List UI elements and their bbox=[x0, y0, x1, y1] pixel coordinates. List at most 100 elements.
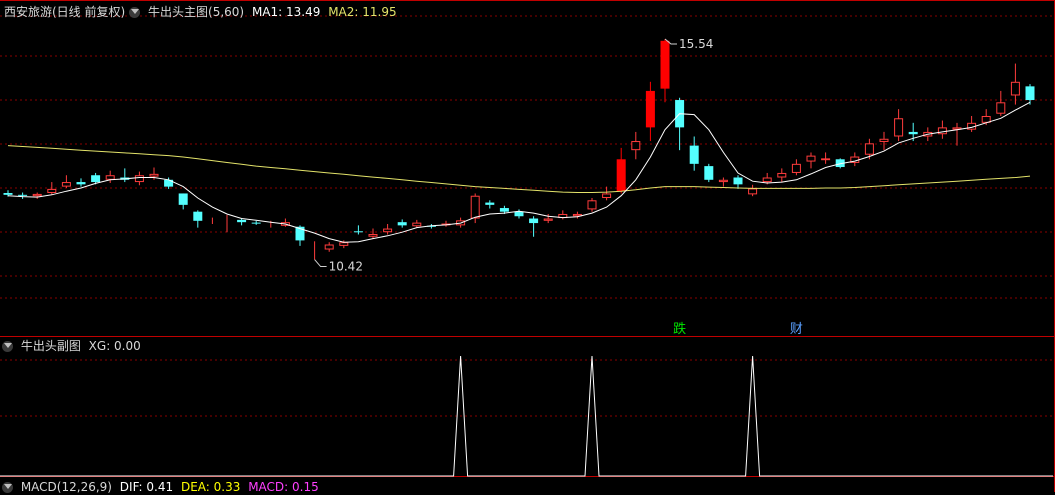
candle-body bbox=[645, 90, 655, 128]
candle[interactable] bbox=[937, 120, 947, 139]
main-panel-header: 西安旅游(日线 前复权) 牛出头主图(5,60) MA1: 13.49 MA2:… bbox=[4, 4, 401, 20]
candle[interactable] bbox=[368, 228, 378, 240]
candle-body bbox=[3, 193, 13, 195]
candle-body bbox=[178, 193, 188, 205]
candle-body bbox=[18, 194, 28, 196]
candle-body bbox=[791, 163, 801, 173]
candles-group[interactable] bbox=[3, 38, 1035, 260]
candle-body bbox=[733, 177, 743, 185]
candle[interactable] bbox=[32, 192, 42, 199]
candle[interactable] bbox=[675, 97, 685, 151]
candle-body bbox=[149, 173, 159, 177]
candle-body bbox=[879, 138, 889, 142]
candle[interactable] bbox=[894, 109, 904, 142]
candle[interactable] bbox=[485, 200, 495, 209]
panel-dividers bbox=[0, 0, 1055, 492]
candle[interactable] bbox=[748, 184, 758, 197]
macd-panel-header: MACD(12,26,9) DIF: 0.41 DEA: 0.33 MACD: … bbox=[2, 479, 323, 495]
candle-body bbox=[383, 228, 393, 233]
candle[interactable] bbox=[383, 223, 393, 235]
ma2-label: MA2: 11.95 bbox=[328, 5, 397, 19]
candle-body bbox=[762, 177, 772, 183]
candle[interactable] bbox=[1010, 63, 1020, 105]
candle[interactable] bbox=[587, 198, 597, 212]
candle-body bbox=[324, 244, 334, 250]
candle[interactable] bbox=[105, 170, 115, 183]
candle-body bbox=[908, 131, 918, 135]
candle[interactable] bbox=[280, 218, 290, 227]
candle[interactable] bbox=[616, 147, 626, 194]
candle-body bbox=[61, 182, 71, 187]
candle[interactable] bbox=[806, 152, 816, 169]
indicator-name[interactable]: 牛出头主图(5,60) bbox=[148, 5, 244, 19]
dropdown-icon[interactable] bbox=[2, 341, 13, 352]
candle[interactable] bbox=[120, 168, 130, 183]
candle-body bbox=[996, 102, 1006, 114]
candle-body bbox=[616, 159, 626, 192]
candle[interactable] bbox=[412, 219, 422, 228]
candle[interactable] bbox=[952, 122, 962, 146]
signal-marker: 财 bbox=[790, 322, 803, 337]
dropdown-icon[interactable] bbox=[2, 482, 13, 493]
stock-chart[interactable]: 15.5410.42 跌财 bbox=[0, 0, 1055, 492]
candle-body bbox=[91, 175, 101, 183]
candle-body bbox=[864, 143, 874, 155]
sub-indicator-name[interactable]: 牛出头副图 bbox=[21, 339, 81, 353]
ma1-line bbox=[7, 101, 1031, 243]
candle-body bbox=[76, 182, 86, 185]
candle-body bbox=[529, 218, 539, 224]
candle[interactable] bbox=[631, 131, 641, 160]
candle[interactable] bbox=[529, 216, 539, 237]
candle[interactable] bbox=[251, 220, 261, 225]
candle-body bbox=[237, 219, 247, 223]
candle[interactable] bbox=[397, 219, 407, 228]
candle-body bbox=[689, 145, 699, 164]
candle[interactable] bbox=[76, 178, 86, 187]
xg-label: XG: 0.00 bbox=[88, 339, 141, 353]
candle[interactable] bbox=[572, 211, 582, 219]
candle-body bbox=[412, 222, 422, 227]
candle[interactable] bbox=[134, 171, 144, 186]
candle[interactable] bbox=[645, 81, 655, 142]
sub-panel-header: 牛出头副图 XG: 0.00 bbox=[2, 338, 145, 354]
candle-body bbox=[894, 118, 904, 137]
candle-body bbox=[368, 234, 378, 237]
high-price-label: 15.54 bbox=[679, 37, 713, 51]
candle[interactable] bbox=[47, 182, 57, 195]
candle[interactable] bbox=[193, 210, 203, 228]
candle[interactable] bbox=[850, 152, 860, 167]
candle[interactable] bbox=[791, 159, 801, 176]
candle[interactable] bbox=[733, 175, 743, 189]
candle[interactable] bbox=[967, 115, 977, 132]
candle[interactable] bbox=[879, 131, 889, 151]
candle[interactable] bbox=[689, 136, 699, 171]
candle[interactable] bbox=[441, 220, 451, 227]
dropdown-icon[interactable] bbox=[129, 7, 141, 18]
candle-body bbox=[134, 175, 144, 183]
candle[interactable] bbox=[660, 38, 670, 103]
candle[interactable] bbox=[996, 90, 1006, 116]
candle-body bbox=[631, 141, 641, 151]
candle[interactable] bbox=[704, 163, 714, 183]
candle[interactable] bbox=[1025, 84, 1035, 105]
candle-body bbox=[339, 242, 349, 246]
signal-markers: 跌财 bbox=[673, 321, 803, 337]
ma2-line bbox=[7, 145, 1031, 193]
candle[interactable] bbox=[18, 192, 28, 199]
candle-body bbox=[470, 195, 480, 219]
candle[interactable] bbox=[777, 168, 787, 183]
candle-body bbox=[587, 200, 597, 210]
candle-body bbox=[821, 158, 831, 161]
candle-body bbox=[602, 193, 612, 199]
candle[interactable] bbox=[718, 177, 728, 187]
candle[interactable] bbox=[61, 175, 71, 188]
candle-body bbox=[485, 202, 495, 205]
candle-body bbox=[514, 211, 524, 217]
candle[interactable] bbox=[821, 152, 831, 164]
candle[interactable] bbox=[178, 193, 188, 210]
candle[interactable] bbox=[324, 242, 334, 252]
candle[interactable] bbox=[353, 225, 363, 235]
candle[interactable] bbox=[602, 186, 612, 201]
stock-name[interactable]: 西安旅游(日线 前复权) bbox=[4, 5, 125, 19]
candle[interactable] bbox=[237, 218, 247, 226]
